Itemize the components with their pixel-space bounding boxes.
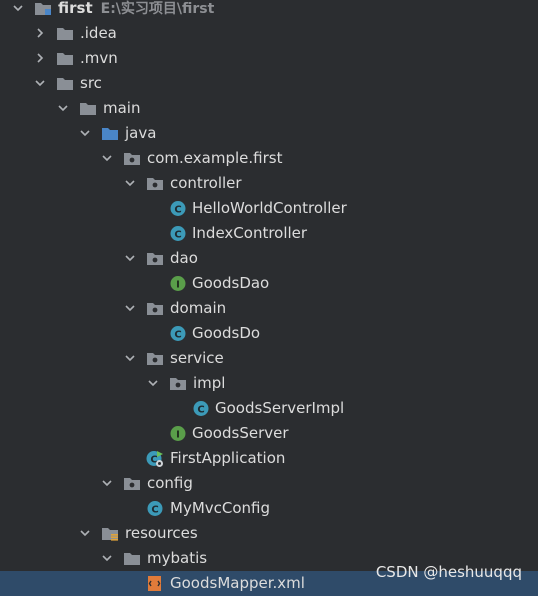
tree-row-idea[interactable]: .idea [0,21,538,46]
tree-row-mvn[interactable]: .mvn [0,46,538,71]
chevron-down-icon[interactable] [124,302,136,314]
svg-text:C: C [174,230,181,241]
tree-row-index-controller[interactable]: C IndexController [0,221,538,246]
chevron-down-icon[interactable] [101,552,113,564]
svg-text:C: C [197,405,204,416]
chevron-down-icon[interactable] [79,527,91,539]
tree-row-domain[interactable]: domain [0,296,538,321]
folder-icon [124,553,140,565]
tree-row-controller[interactable]: controller [0,171,538,196]
class-icon: C [170,326,186,341]
tree-label: config [147,474,193,492]
folder-icon [57,53,73,65]
tree-label: HelloWorldController [192,199,347,217]
package-icon [170,378,186,390]
folder-icon [80,103,96,115]
tree-label: java [125,124,157,142]
svg-text:I: I [176,430,180,441]
tree-label: com.example.first [147,149,283,167]
tree-row-java[interactable]: java [0,121,538,146]
xml-file-icon [148,576,161,591]
class-icon: C [147,501,163,516]
watermark: CSDN @heshuuqqq [375,563,522,581]
tree-label: .mvn [80,49,118,67]
chevron-right-icon[interactable] [34,52,46,64]
tree-row-goods-dao[interactable]: I GoodsDao [0,271,538,296]
tree-row-config[interactable]: config [0,471,538,496]
chevron-down-icon[interactable] [101,152,113,164]
package-icon [147,178,163,190]
tree-label: .idea [80,24,117,42]
package-icon [147,303,163,315]
svg-text:I: I [176,280,180,291]
chevron-down-icon[interactable] [147,377,159,389]
svg-text:C: C [174,205,181,216]
chevron-right-icon[interactable] [34,27,46,39]
tree-row-goods-do[interactable]: C GoodsDo [0,321,538,346]
folder-icon [57,28,73,40]
tree-label: MyMvcConfig [170,499,271,517]
spring-boot-application-icon: C [146,451,163,467]
tree-row-resources[interactable]: resources [0,521,538,546]
tree-row-main[interactable]: main [0,96,538,121]
class-icon: C [193,401,209,416]
project-tree: first E:\实习项目\first .idea .mvn src main … [0,0,538,596]
tree-label: FirstApplication [170,449,286,467]
tree-row-src[interactable]: src [0,71,538,96]
tree-row-dao[interactable]: dao [0,246,538,271]
tree-row-service[interactable]: service [0,346,538,371]
tree-label: resources [125,524,198,542]
tree-label: impl [193,374,226,392]
tree-row-hello-world-controller[interactable]: C HelloWorldController [0,196,538,221]
tree-row-first-application[interactable]: C FirstApplication [0,446,538,471]
folder-icon [35,3,51,15]
tree-label: service [170,349,224,367]
tree-label: GoodsDao [192,274,270,292]
tree-label: domain [170,299,227,317]
chevron-down-icon[interactable] [34,77,46,89]
tree-label: GoodsMapper.xml [170,574,305,592]
chevron-down-icon[interactable] [101,477,113,489]
tree-row-impl[interactable]: impl [0,371,538,396]
tree-label: GoodsServer [192,424,289,442]
tree-label: dao [170,249,198,267]
chevron-down-icon[interactable] [12,2,24,14]
package-icon [147,253,163,265]
class-icon: C [170,201,186,216]
class-icon: C [170,226,186,241]
svg-text:C: C [174,330,181,341]
project-name: first [58,0,93,17]
folder-icon [57,78,73,90]
tree-label: GoodsDo [192,324,261,342]
chevron-down-icon[interactable] [79,127,91,139]
chevron-down-icon[interactable] [57,102,69,114]
tree-label: src [80,74,102,92]
interface-icon: I [170,276,186,291]
interface-icon: I [170,426,186,441]
tree-label: main [103,99,141,117]
tree-row-mymvc-config[interactable]: C MyMvcConfig [0,496,538,521]
tree-label: controller [170,174,242,192]
chevron-down-icon[interactable] [124,352,136,364]
resources-folder-icon [102,528,118,541]
source-folder-icon [102,128,118,140]
tree-row-package[interactable]: com.example.first [0,146,538,171]
package-icon [124,478,140,490]
tree-row-goods-server-impl[interactable]: C GoodsServerImpl [0,396,538,421]
tree-label: mybatis [147,549,208,567]
package-icon [147,353,163,365]
tree-row-goods-server[interactable]: I GoodsServer [0,421,538,446]
package-icon [124,153,140,165]
tree-row-project-root[interactable]: first E:\实习项目\first [0,0,538,21]
chevron-down-icon[interactable] [124,177,136,189]
chevron-down-icon[interactable] [124,252,136,264]
svg-text:C: C [151,505,158,516]
tree-label: GoodsServerImpl [215,399,345,417]
project-path: E:\实习项目\first [100,1,215,17]
tree-label: IndexController [192,224,308,242]
